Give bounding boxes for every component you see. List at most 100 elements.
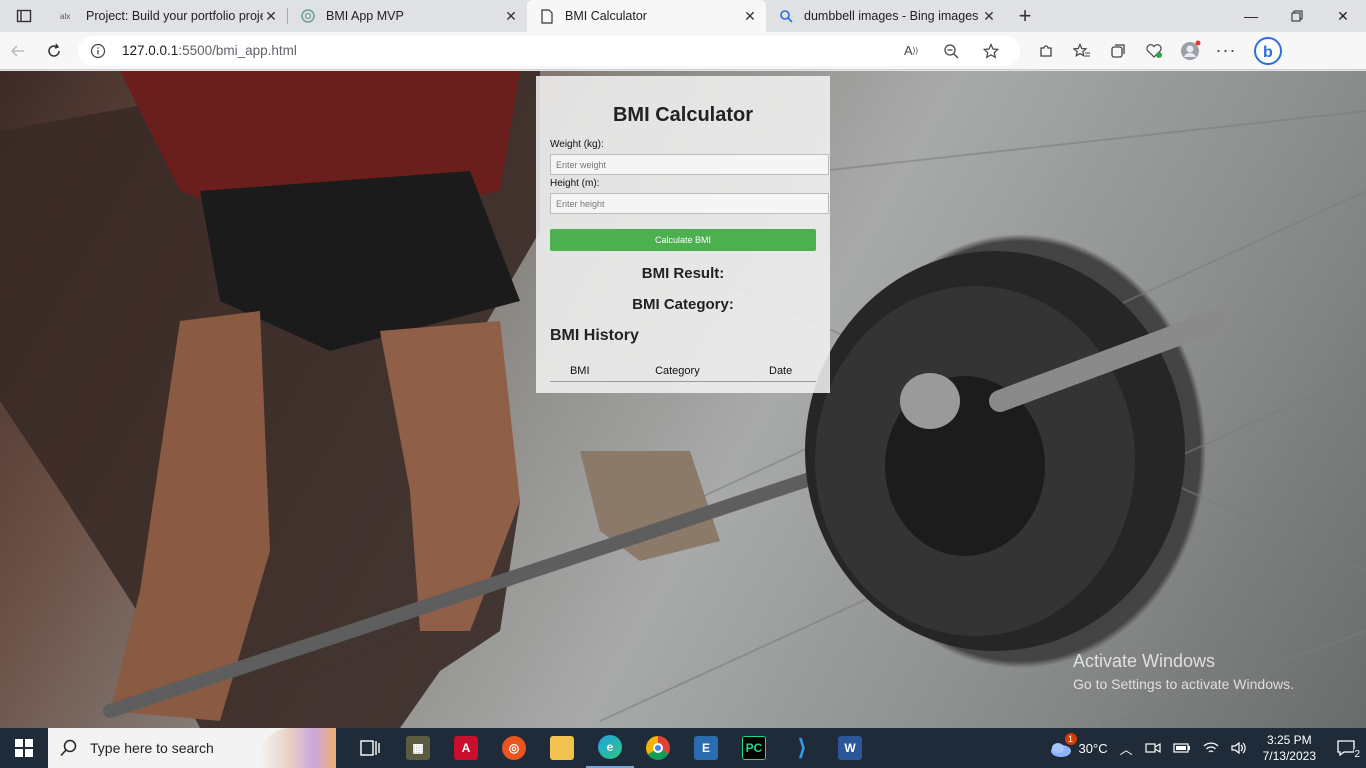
refresh-button[interactable] [36, 35, 72, 67]
tab-actions-icon [16, 9, 32, 23]
svg-text:alx: alx [60, 12, 70, 21]
weather-temp: 30°C [1078, 740, 1108, 756]
chrome-icon [646, 736, 670, 760]
close-icon[interactable]: ✕ [263, 8, 279, 24]
puzzle-icon [1040, 44, 1052, 57]
notification-icon: 2 [1336, 739, 1360, 760]
acrobat-app[interactable]: A [442, 728, 490, 768]
weather-badge: 1 [1064, 733, 1077, 745]
avatar-icon [1181, 40, 1201, 60]
ubuntu-app[interactable]: ◎ [490, 728, 538, 768]
extensions-button[interactable] [1028, 35, 1064, 67]
read-aloud-icon[interactable]: A)) [894, 43, 928, 59]
search-placeholder: Type here to search [90, 740, 214, 756]
browser-toolbar: 127.0.0.1:5500/bmi_app.html A)) ··· b [0, 32, 1366, 70]
show-hidden-icons-button[interactable]: ︿ [1114, 739, 1139, 758]
battery-indicator[interactable] [1167, 742, 1197, 754]
ubuntu-icon: ◎ [502, 736, 526, 760]
plus-icon: + [1018, 3, 1032, 28]
network-indicator[interactable] [1197, 741, 1225, 755]
weather-widget[interactable]: 1 30°C [1043, 733, 1114, 757]
back-button[interactable] [0, 35, 36, 67]
clock-time: 3:25 PM [1266, 733, 1312, 747]
svg-text:b: b [1263, 44, 1273, 61]
heartbeat-icon [1146, 43, 1162, 58]
favorites-icon [1073, 42, 1090, 57]
pycharm-icon: PC [742, 736, 766, 760]
acrobat-icon: A [454, 736, 478, 760]
page-viewport: BMI Calculator Weight (kg): Height (m): … [0, 71, 1366, 728]
minimize-button[interactable]: — [1228, 0, 1274, 32]
notification-center-button[interactable]: 2 [1326, 739, 1366, 760]
cloud-icon: 1 [1049, 733, 1077, 757]
close-icon[interactable]: ✕ [981, 8, 997, 24]
bmi-calculator-card: BMI Calculator Weight (kg): Height (m): … [536, 76, 830, 393]
address-bar-icons: A)) [894, 42, 1008, 59]
chrome-app[interactable] [634, 728, 682, 768]
bmi-history-table: BMI Category Date [550, 365, 816, 382]
pycharm-app[interactable]: PC [730, 728, 778, 768]
favorites-button[interactable] [1064, 35, 1100, 67]
folder-icon [550, 736, 574, 760]
restore-button[interactable] [1274, 0, 1320, 32]
collections-button[interactable] [1100, 35, 1136, 67]
taskbar-search[interactable]: Type here to search [48, 728, 336, 768]
browser-essentials-button[interactable] [1136, 35, 1172, 67]
favorite-star-icon[interactable] [974, 42, 1008, 59]
column-header-bmi: BMI [550, 365, 610, 382]
settings-more-button[interactable]: ··· [1208, 35, 1244, 67]
tab-alx[interactable]: alx Project: Build your portfolio proje … [48, 0, 287, 32]
windows-logo-icon [15, 739, 33, 757]
search-icon [60, 739, 77, 757]
edge-icon: e [598, 735, 622, 759]
chevron-up-icon: ︿ [1119, 741, 1133, 757]
docs-app[interactable]: E [682, 728, 730, 768]
close-icon[interactable]: ✕ [503, 8, 519, 24]
browser-tools: ··· b [1028, 35, 1292, 67]
calculator-icon: ▦ [406, 736, 430, 760]
height-input[interactable] [550, 193, 829, 214]
edge-app[interactable]: e [586, 728, 634, 768]
close-icon[interactable]: ✕ [742, 8, 758, 24]
tab-title: BMI Calculator [565, 9, 647, 23]
tab-bing-images[interactable]: dumbbell images - Bing images ✕ [766, 0, 1005, 32]
word-app[interactable]: W [826, 728, 874, 768]
file-explorer-app[interactable] [538, 728, 586, 768]
tab-bmi-app-mvp[interactable]: BMI App MVP ✕ [288, 0, 527, 32]
window-controls: — ✕ [1228, 0, 1366, 32]
minimize-icon: — [1244, 8, 1258, 24]
zoom-out-icon[interactable] [934, 43, 968, 59]
more-icon: ··· [1215, 40, 1237, 60]
new-tab-button[interactable]: + [1005, 0, 1045, 32]
chatgpt-icon [300, 8, 316, 24]
refresh-icon [48, 43, 60, 57]
tab-actions-button[interactable] [0, 0, 48, 32]
page-icon [539, 8, 555, 24]
meet-now-button[interactable] [1139, 741, 1167, 755]
bing-icon: b [1254, 36, 1282, 65]
volume-indicator[interactable] [1225, 741, 1253, 755]
tab-title: BMI App MVP [326, 9, 404, 23]
vscode-app[interactable]: ⟩ [778, 728, 826, 768]
tab-bmi-calculator[interactable]: BMI Calculator ✕ [527, 0, 766, 32]
column-header-category: Category [609, 365, 746, 382]
bmi-category: BMI Category: [632, 296, 734, 313]
column-header-date: Date [745, 365, 816, 382]
close-icon: ✕ [1337, 7, 1349, 24]
back-arrow-icon [10, 44, 24, 57]
profile-button[interactable] [1172, 35, 1208, 67]
search-icon [778, 8, 794, 24]
calculator-app[interactable]: ▦ [394, 728, 442, 768]
tab-title: Project: Build your portfolio proje [86, 9, 263, 23]
calculate-bmi-button[interactable]: Calculate BMI [550, 229, 816, 251]
clock[interactable]: 3:25 PM 7/13/2023 [1253, 732, 1326, 764]
clock-date: 7/13/2023 [1262, 749, 1316, 763]
task-view-button[interactable] [346, 728, 394, 768]
app-title: BMI Calculator [612, 104, 754, 126]
address-bar[interactable]: 127.0.0.1:5500/bmi_app.html A)) [78, 35, 1020, 66]
start-button[interactable] [0, 728, 48, 768]
info-icon[interactable] [90, 43, 106, 59]
bing-copilot-button[interactable]: b [1244, 35, 1292, 67]
close-window-button[interactable]: ✕ [1320, 0, 1366, 32]
weight-input[interactable] [550, 154, 829, 175]
